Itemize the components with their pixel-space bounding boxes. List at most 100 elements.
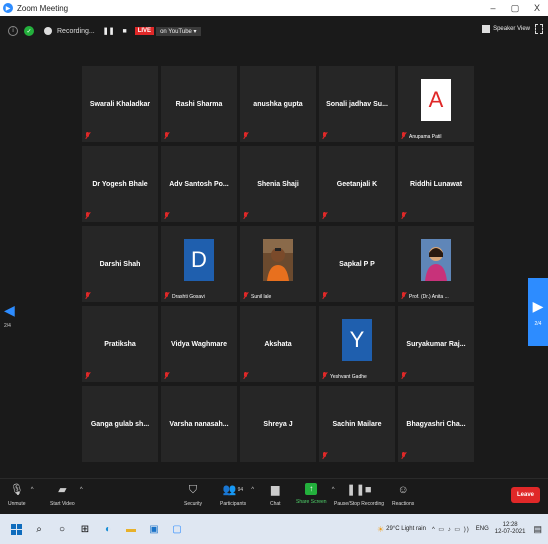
participants-count: 94 — [237, 487, 244, 493]
participant-tile[interactable]: Varsha nanasah... — [161, 386, 237, 462]
participant-name: Adv Santosh Po... — [169, 180, 229, 188]
live-on-youtube-dropdown[interactable]: on YouTube ▾ — [156, 26, 201, 36]
microphone-muted-icon — [243, 292, 248, 299]
chevron-up-icon[interactable]: ^ — [31, 487, 34, 493]
language-indicator[interactable]: ENG — [476, 526, 489, 532]
window-title: Zoom Meeting — [17, 3, 69, 13]
previous-page-button[interactable]: ◀ 2/4 — [4, 302, 16, 342]
microphone-muted-icon — [243, 372, 248, 379]
participant-name: Rashi Sharma — [175, 100, 223, 108]
chevron-up-icon[interactable]: ^ — [80, 487, 83, 493]
participant-name: Dr Yogesh Bhale — [92, 180, 148, 188]
microphone-muted-icon — [85, 212, 90, 219]
microphone-muted-icon — [322, 452, 327, 459]
security-button[interactable]: ⛉ Security — [184, 483, 202, 507]
notification-icon[interactable]: ▤ — [533, 524, 542, 535]
participant-name: Sonali jadhav Su... — [326, 100, 388, 108]
participant-tile[interactable]: Adv Santosh Po... — [161, 146, 237, 222]
participant-tile[interactable]: Y Yeshvant Gadhe — [319, 306, 395, 382]
participant-tile[interactable]: Shenia Shaji — [240, 146, 316, 222]
participant-tile[interactable]: Dr Yogesh Bhale — [82, 146, 158, 222]
maximize-button[interactable]: ▢ — [504, 0, 526, 16]
share-screen-button[interactable]: ↑ ^ Share Screen — [296, 483, 335, 505]
microphone-muted-icon — [322, 212, 327, 219]
participant-name: Bhagyashri Cha... — [406, 420, 466, 428]
participant-tile[interactable]: Prof. (Dr.) Anita ... — [398, 226, 474, 302]
zoom-logo-icon: ▶ — [3, 3, 13, 13]
participant-name: anushka gupta — [253, 100, 303, 108]
participant-name: Geetanjali K — [336, 180, 378, 188]
participant-tile[interactable]: Shreya J — [240, 386, 316, 462]
participant-tile[interactable]: Suryakumar Raj... — [398, 306, 474, 382]
participant-tile[interactable]: Ganga gulab sh... — [82, 386, 158, 462]
participant-name: Varsha nanasah... — [169, 420, 229, 428]
microphone-muted-icon — [322, 292, 327, 299]
info-icon[interactable]: i — [8, 26, 18, 36]
recording-dot-icon — [44, 27, 52, 35]
weather-icon: ☀ — [377, 524, 385, 534]
participant-tile[interactable]: Bhagyashri Cha... — [398, 386, 474, 462]
page-indicator-left: 2/4 — [4, 323, 11, 329]
reactions-button[interactable]: ☺ Reactions — [392, 483, 414, 507]
participant-tile[interactable]: Geetanjali K — [319, 146, 395, 222]
pause-stop-recording-label: Pause/Stop Recording — [334, 501, 385, 507]
participant-tile[interactable]: D Drashti Gosavi — [161, 226, 237, 302]
weather-text[interactable]: 29°C Light rain — [386, 526, 426, 532]
speaker-view-label: Speaker View — [493, 26, 530, 32]
participant-name: Akshata — [264, 340, 292, 348]
participant-name: Sapkal P P — [339, 260, 375, 268]
pause-recording-button[interactable]: ❚❚ — [103, 27, 115, 35]
participant-tile[interactable]: Sachin Mailare — [319, 386, 395, 462]
task-view-icon[interactable]: ○ — [55, 522, 69, 536]
participant-tile[interactable]: anushka gupta — [240, 66, 316, 142]
unmute-button[interactable]: 🎙 ^ Unmute — [8, 483, 34, 507]
speaker-view-button[interactable]: Speaker View — [482, 25, 530, 33]
participant-name: Sachin Mailare — [332, 420, 382, 428]
chevron-up-icon[interactable]: ^ — [251, 487, 254, 493]
participant-tile[interactable]: Sonali jadhav Su... — [319, 66, 395, 142]
stop-recording-button[interactable]: ■ — [122, 28, 126, 35]
participant-tile[interactable]: Sunil lale — [240, 226, 316, 302]
participant-tile[interactable]: Swarali Khaladkar — [82, 66, 158, 142]
participant-name: Riddhi Lunawat — [409, 180, 463, 188]
microphone-muted-icon — [401, 452, 406, 459]
avatar: A — [421, 79, 451, 121]
participant-tile[interactable]: Vidya Waghmare — [161, 306, 237, 382]
start-video-label: Start Video — [50, 501, 75, 507]
fullscreen-icon[interactable] — [535, 24, 543, 34]
participants-button[interactable]: 👥94 ^ Participants — [220, 483, 254, 507]
microphone-muted-icon — [243, 132, 248, 139]
edge-browser-icon[interactable]: ◐ — [101, 522, 115, 536]
recording-label: Recording... — [57, 27, 95, 35]
start-video-button[interactable]: ▰ ^ Start Video — [50, 483, 83, 507]
windows-start-icon[interactable] — [9, 522, 23, 536]
clock[interactable]: 12:28 12-07-2021 — [495, 522, 526, 536]
participant-tile[interactable]: Sapkal P P — [319, 226, 395, 302]
participant-tile[interactable]: Riddhi Lunawat — [398, 146, 474, 222]
chat-icon: ▆ — [271, 484, 280, 496]
widgets-icon[interactable]: ⊞ — [78, 522, 92, 536]
close-button[interactable]: X — [526, 0, 548, 16]
shield-icon[interactable]: ✓ — [24, 26, 34, 36]
search-icon[interactable]: ⌕ — [32, 522, 46, 536]
system-icons[interactable]: ^ ▭ ♪ ▭ )) — [432, 526, 470, 533]
store-icon[interactable]: ▣ — [147, 522, 161, 536]
leave-button[interactable]: Leave — [510, 487, 540, 503]
participant-tile[interactable]: Akshata — [240, 306, 316, 382]
participant-tile[interactable]: Rashi Sharma — [161, 66, 237, 142]
participant-name: Darshi Shah — [99, 260, 141, 268]
clock-time: 12:28 — [502, 522, 518, 528]
participant-tile[interactable]: Darshi Shah — [82, 226, 158, 302]
chat-button[interactable]: ▆ Chat — [270, 483, 281, 507]
participant-name-tag: Anupama Patil — [409, 134, 442, 140]
participant-tile[interactable]: Pratiksha — [82, 306, 158, 382]
windows-taskbar: ⌕ ○ ⊞ ◐ ▬ ▣ ▢ ☀ 29°C Light rain ^ ▭ ♪ ▭ … — [0, 514, 548, 544]
minimize-button[interactable]: – — [482, 0, 504, 16]
chevron-right-icon: ▶ — [532, 297, 544, 314]
participant-tile[interactable]: A Anupama Patil — [398, 66, 474, 142]
zoom-taskbar-icon[interactable]: ▢ — [170, 522, 184, 536]
microphone-muted-icon — [85, 292, 90, 299]
next-page-button[interactable]: ▶ 2/4 — [528, 278, 548, 346]
pause-stop-recording-button[interactable]: ❚❚■ Pause/Stop Recording — [334, 483, 384, 507]
file-explorer-icon[interactable]: ▬ — [124, 522, 138, 536]
